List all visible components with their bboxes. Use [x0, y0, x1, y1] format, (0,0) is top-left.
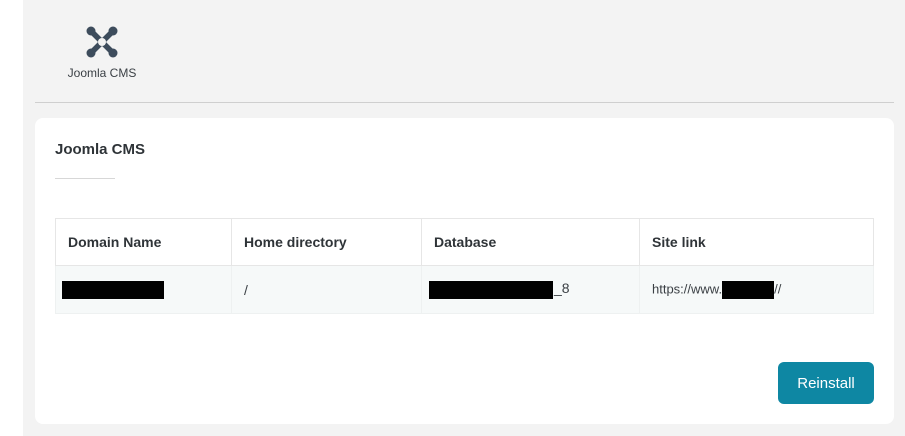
cell-site-link[interactable]: https://www. //	[639, 265, 874, 314]
header-site-link: Site link	[639, 218, 874, 266]
reinstall-button[interactable]: Reinstall	[778, 362, 874, 404]
installations-table: Domain Name Home directory Database Site…	[55, 218, 874, 314]
apps-panel: Joomla CMS Joomla CMS Domain Name Home d…	[23, 0, 905, 436]
header-database: Database	[421, 218, 640, 266]
app-tile-joomla[interactable]: Joomla CMS	[63, 24, 141, 88]
table-row: / _8 https://www. //	[55, 265, 874, 314]
app-tile-label: Joomla CMS	[67, 66, 137, 80]
cell-database: _8	[421, 265, 640, 314]
joomla-logo-icon	[86, 26, 118, 58]
header-domain-name: Domain Name	[55, 218, 232, 266]
cell-home-directory: /	[231, 265, 422, 314]
database-suffix: _8	[554, 280, 570, 297]
redacted-database	[429, 280, 553, 299]
redacted-domain	[62, 280, 164, 299]
header-home-directory: Home directory	[231, 218, 422, 266]
redacted-site-domain	[722, 280, 775, 299]
installation-card: Joomla CMS Domain Name Home directory Da…	[35, 118, 894, 424]
table-header-row: Domain Name Home directory Database Site…	[55, 218, 874, 266]
cell-domain-name	[55, 265, 232, 314]
site-link-suffix[interactable]: //	[774, 281, 781, 296]
divider	[35, 102, 894, 103]
site-link-prefix[interactable]: https://www.	[652, 281, 722, 296]
card-title: Joomla CMS	[55, 141, 146, 158]
title-underline	[55, 178, 115, 179]
